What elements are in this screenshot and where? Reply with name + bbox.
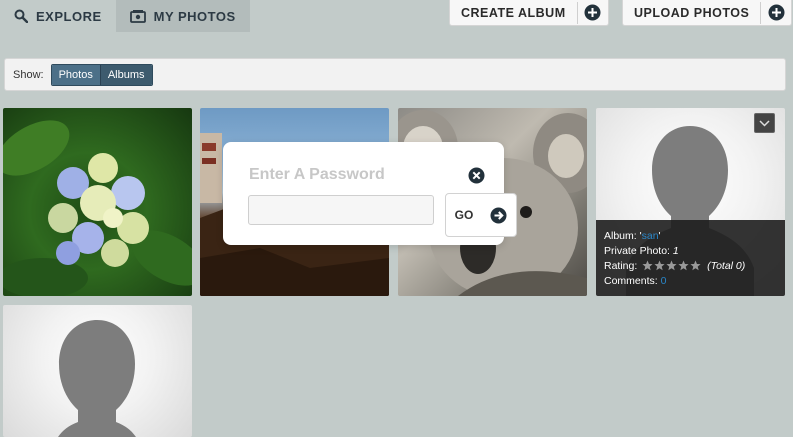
star-icon xyxy=(654,260,665,271)
tile-menu-button[interactable] xyxy=(754,113,775,133)
upload-photos-label: UPLOAD PHOTOS xyxy=(634,5,750,20)
tab-my-photos-label: MY PHOTOS xyxy=(153,8,236,24)
go-button[interactable]: GO xyxy=(445,193,517,237)
create-album-label: CREATE ALBUM xyxy=(461,5,566,20)
album-line: Album: 'san' xyxy=(604,230,661,242)
photo-tile-placeholder[interactable] xyxy=(3,305,192,437)
comments-line: Comments: 0 xyxy=(604,275,667,287)
rating-line: Rating: (Total 0) xyxy=(604,260,746,272)
tab-my-photos[interactable]: MY PHOTOS xyxy=(115,0,250,32)
close-circle-icon xyxy=(468,167,485,184)
top-nav: EXPLORE MY PHOTOS xyxy=(0,0,250,37)
plus-circle-icon xyxy=(761,0,791,26)
rating-stars[interactable] xyxy=(642,260,701,271)
tab-explore[interactable]: EXPLORE xyxy=(0,0,116,32)
comments-count[interactable]: 0 xyxy=(661,275,667,287)
tab-explore-label: EXPLORE xyxy=(36,8,102,24)
star-icon xyxy=(666,260,677,271)
password-input[interactable] xyxy=(248,195,434,225)
go-label: GO xyxy=(454,208,474,222)
filter-bar: Show: Photos Albums xyxy=(4,58,786,91)
dialog-title: Enter A Password xyxy=(249,166,385,183)
filter-photos-button[interactable]: Photos xyxy=(51,64,100,85)
plus-circle-icon xyxy=(578,0,608,26)
avatar-silhouette xyxy=(58,320,136,437)
photo-tile-placeholder[interactable]: Album: 'san' Private Photo: 1 Rating: (T… xyxy=(596,108,785,296)
star-icon xyxy=(690,260,701,271)
upload-photos-button[interactable]: UPLOAD PHOTOS xyxy=(622,0,793,26)
photos-icon xyxy=(129,9,146,23)
star-icon xyxy=(642,260,653,271)
filter-albums-button[interactable]: Albums xyxy=(99,64,152,85)
view-toggle: Photos Albums xyxy=(50,63,153,86)
photo-tile-hydrangea[interactable] xyxy=(3,108,192,296)
star-icon xyxy=(678,260,689,271)
search-icon xyxy=(14,9,28,23)
chevron-down-icon xyxy=(759,119,770,127)
photo-info-panel: Album: 'san' Private Photo: 1 Rating: (T… xyxy=(596,220,785,296)
create-album-button[interactable]: CREATE ALBUM xyxy=(449,0,609,26)
private-line: Private Photo: 1 xyxy=(604,245,679,257)
hydrangea-photo xyxy=(3,120,192,296)
show-label: Show: xyxy=(13,68,44,81)
arrow-right-circle-icon xyxy=(490,207,507,223)
close-button[interactable] xyxy=(468,167,485,189)
album-link[interactable]: san xyxy=(642,230,659,242)
